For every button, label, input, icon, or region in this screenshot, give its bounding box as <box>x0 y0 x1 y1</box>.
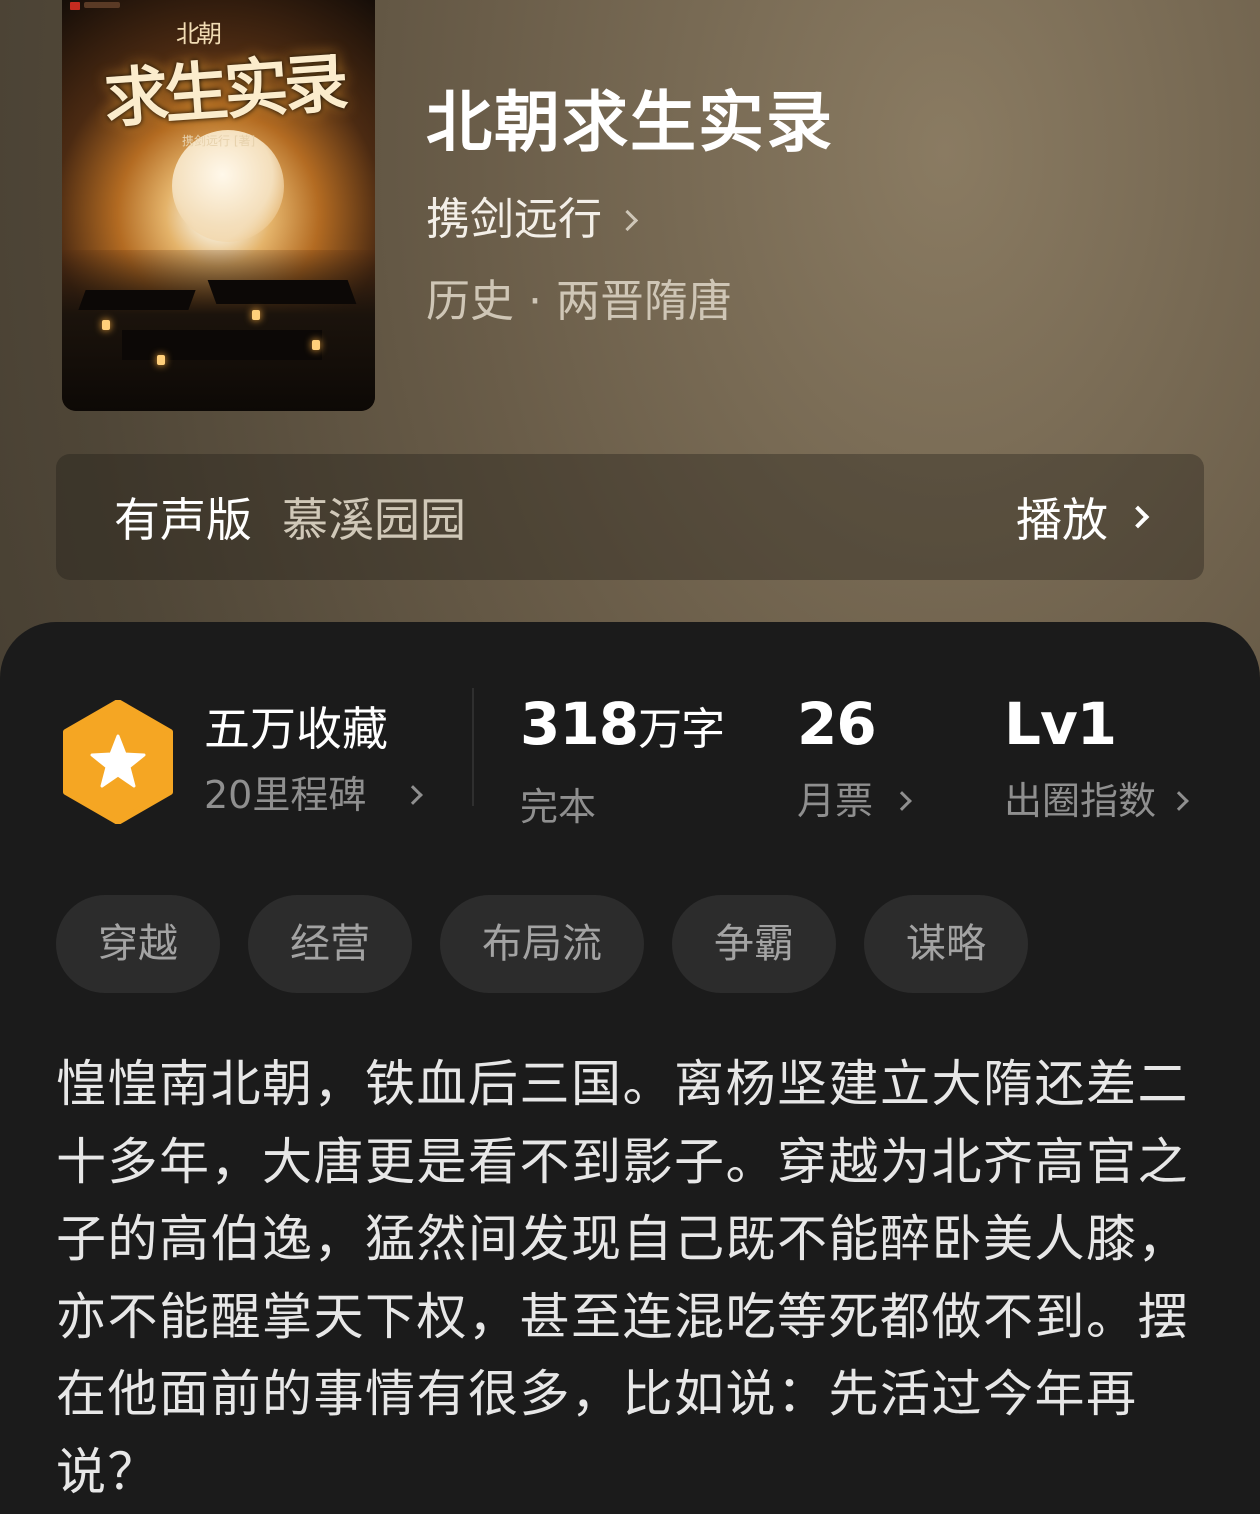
tag-chip[interactable]: 争霸 <box>672 895 836 993</box>
chevron-right-icon <box>403 785 424 805</box>
publisher-mark <box>84 2 120 8</box>
audio-version-bar[interactable]: 有声版 慕溪园园 播放 <box>56 454 1204 580</box>
audio-label: 有声版 <box>114 493 252 547</box>
monthly-votes-number: 26 <box>797 690 877 758</box>
audio-narrator: 慕溪园园 <box>282 493 466 547</box>
tag-chip[interactable]: 穿越 <box>56 895 220 993</box>
play-label: 播放 <box>1016 493 1108 547</box>
monthly-votes-label: 月票 <box>797 779 874 823</box>
monthly-votes-stat[interactable]: 26 月票 <box>797 690 912 826</box>
collection-title: 五万收藏 <box>204 702 388 756</box>
play-button[interactable]: 播放 <box>1016 484 1150 550</box>
publisher-logo-icon <box>70 2 80 10</box>
tag-list: 穿越 经营 布局流 争霸 谋略 <box>56 895 1028 993</box>
author-link[interactable]: 携剑远行 <box>426 190 639 250</box>
chevron-right-icon <box>616 209 639 231</box>
completion-status: 完本 <box>520 785 597 829</box>
cover-title-art: 求生实录 <box>102 45 347 138</box>
synopsis-text[interactable]: 惶惶南北朝，铁血后三国。离杨坚建立大隋还差二十多年，大唐更是看不到影子。穿越为北… <box>56 1046 1206 1511</box>
level-value: Lv1 <box>1004 690 1117 758</box>
cover-author: 携剑远行 [著] <box>182 134 256 148</box>
book-cover[interactable]: 北朝 求生实录 携剑远行 [著] <box>62 0 375 411</box>
book-category: 历史 · 两晋隋唐 <box>426 276 732 327</box>
tag-chip[interactable]: 布局流 <box>440 895 644 993</box>
stat-divider <box>472 688 474 806</box>
level-label: 出圈指数 <box>1004 779 1157 823</box>
word-count-number: 318 <box>520 690 639 758</box>
collection-stat[interactable]: 五万收藏 20里程碑 <box>204 700 424 820</box>
tag-chip[interactable]: 谋略 <box>864 895 1028 993</box>
word-count-stat: 318万字 完本 <box>520 690 725 832</box>
word-count-unit: 万字 <box>638 704 725 755</box>
chevron-right-icon <box>1169 791 1189 811</box>
chevron-right-icon <box>892 791 912 811</box>
chevron-right-icon <box>1126 505 1150 529</box>
author-name: 携剑远行 <box>426 194 602 245</box>
collection-milestone: 20里程碑 <box>204 773 367 817</box>
cover-cityscape <box>62 250 375 411</box>
tag-chip[interactable]: 经营 <box>248 895 412 993</box>
book-title: 北朝求生实录 <box>426 83 834 161</box>
level-stat[interactable]: Lv1 出圈指数 <box>1004 690 1189 826</box>
star-badge-icon <box>63 700 173 824</box>
